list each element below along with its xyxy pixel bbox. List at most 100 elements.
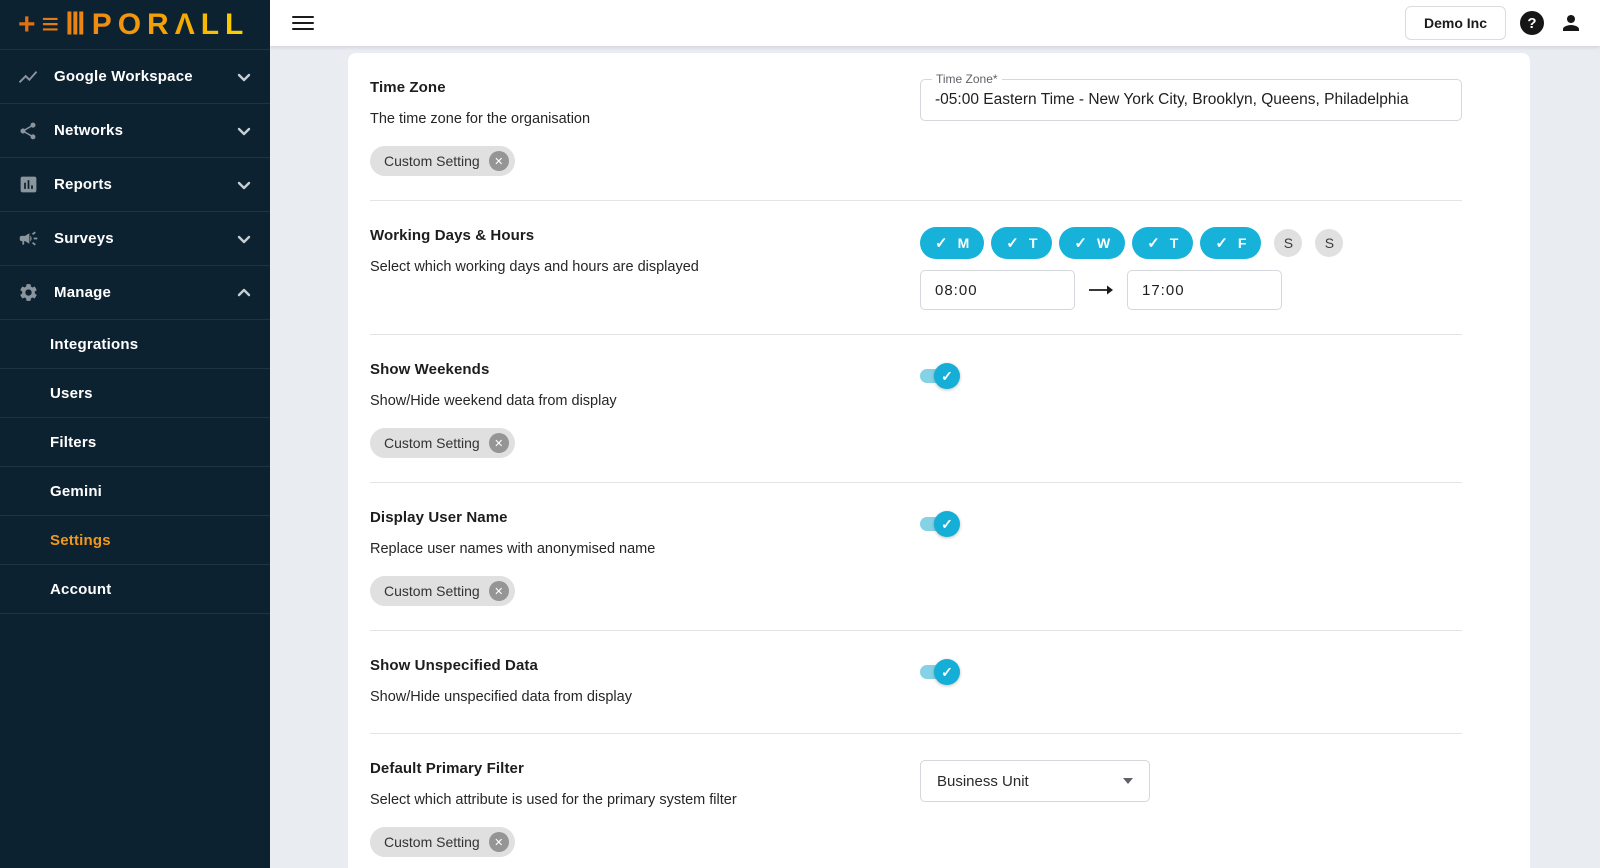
sidebar-item-manage[interactable]: Manage (0, 266, 270, 320)
custom-setting-chip[interactable]: Custom Setting ✕ (370, 576, 515, 606)
brand-logo-text: +≡ⅢPORΛLL (18, 7, 250, 41)
check-icon: ✓ (1215, 235, 1228, 252)
end-time-input[interactable] (1127, 270, 1282, 310)
sidebar-item-gemini[interactable]: Gemini (0, 467, 270, 516)
sidebar-subitem-label: Integrations (50, 335, 139, 353)
show-unspecified-toggle[interactable]: ✓ (920, 659, 960, 685)
sidebar-subitem-label: Filters (50, 433, 97, 451)
bar-chart-icon (16, 173, 40, 197)
chip-label: Custom Setting (384, 834, 480, 850)
time-zone-field[interactable]: Time Zone* -05:00 Eastern Time - New Yor… (920, 72, 1462, 121)
working-days-selector: ✓ M ✓ T ✓ W ✓ T ✓ F S S (920, 227, 1462, 259)
settings-row-working-days: Working Days & Hours Select which workin… (370, 201, 1462, 335)
day-chip-tuesday[interactable]: ✓ T (991, 227, 1053, 259)
primary-filter-value: Business Unit (937, 772, 1029, 790)
sidebar-subitem-label: Gemini (50, 482, 103, 500)
gear-icon (16, 281, 40, 305)
logo[interactable]: +≡ⅢPORΛLL (0, 0, 270, 50)
row-title: Display User Name (370, 509, 508, 526)
row-title: Show Unspecified Data (370, 657, 538, 674)
sidebar-item-integrations[interactable]: Integrations (0, 320, 270, 369)
dropdown-caret-icon (1123, 778, 1133, 784)
help-icon[interactable]: ? (1520, 11, 1544, 35)
show-weekends-toggle[interactable]: ✓ (920, 363, 960, 389)
time-zone-field-value: -05:00 Eastern Time - New York City, Bro… (935, 91, 1409, 108)
sidebar-item-settings[interactable]: Settings (0, 516, 270, 565)
custom-setting-chip[interactable]: Custom Setting ✕ (370, 428, 515, 458)
row-title: Time Zone (370, 79, 446, 96)
custom-setting-chip[interactable]: Custom Setting ✕ (370, 146, 515, 176)
settings-row-time-zone: Time Zone The time zone for the organisa… (370, 53, 1462, 201)
sidebar-item-users[interactable]: Users (0, 369, 270, 418)
org-button[interactable]: Demo Inc (1404, 6, 1506, 40)
day-label: T (1028, 235, 1038, 251)
day-chip-thursday[interactable]: ✓ T (1132, 227, 1194, 259)
chevron-down-icon (236, 123, 252, 139)
start-time-input[interactable] (920, 270, 1075, 310)
sidebar-item-google-workspace[interactable]: Google Workspace (0, 50, 270, 104)
row-title: Working Days & Hours (370, 227, 535, 244)
day-label: W (1096, 235, 1111, 251)
remove-chip-icon[interactable]: ✕ (488, 581, 509, 601)
day-chip-saturday[interactable]: S (1274, 229, 1303, 257)
sidebar-item-account[interactable]: Account (0, 565, 270, 614)
megaphone-icon (16, 227, 40, 251)
remove-chip-icon[interactable]: ✕ (488, 151, 509, 171)
sidebar-item-reports[interactable]: Reports (0, 158, 270, 212)
sidebar-item-networks[interactable]: Networks (0, 104, 270, 158)
trend-chart-icon (16, 65, 40, 89)
day-label: M (957, 235, 970, 251)
row-title: Show Weekends (370, 361, 490, 378)
toggle-thumb-check-icon: ✓ (934, 511, 960, 537)
chevron-down-icon (236, 177, 252, 193)
share-icon (16, 119, 40, 143)
top-bar: Demo Inc ? (270, 0, 1600, 46)
sidebar-item-label: Manage (54, 284, 112, 301)
check-icon: ✓ (1147, 235, 1160, 252)
toggle-thumb-check-icon: ✓ (934, 659, 960, 685)
row-description: Select which attribute is used for the p… (370, 792, 737, 808)
row-description: Replace user names with anonymised name (370, 541, 656, 557)
day-chip-friday[interactable]: ✓ F (1200, 227, 1262, 259)
menu-icon[interactable] (292, 12, 314, 34)
day-chip-wednesday[interactable]: ✓ W (1059, 227, 1126, 259)
custom-setting-chip[interactable]: Custom Setting ✕ (370, 827, 515, 857)
day-label: F (1237, 235, 1247, 251)
row-description: Select which working days and hours are … (370, 259, 699, 275)
settings-row-show-unspecified: Show Unspecified Data Show/Hide unspecif… (370, 631, 1462, 734)
chevron-up-icon (236, 285, 252, 301)
remove-chip-icon[interactable]: ✕ (488, 832, 509, 852)
sidebar-item-surveys[interactable]: Surveys (0, 212, 270, 266)
time-zone-field-label: Time Zone* (932, 72, 1002, 86)
day-chip-monday[interactable]: ✓ M (920, 227, 985, 259)
sidebar-subitem-label: Users (50, 384, 93, 402)
chip-label: Custom Setting (384, 435, 480, 451)
row-title: Default Primary Filter (370, 760, 524, 777)
check-icon: ✓ (1074, 235, 1087, 252)
sidebar-item-label: Google Workspace (54, 68, 193, 85)
sidebar-item-filters[interactable]: Filters (0, 418, 270, 467)
check-icon: ✓ (935, 235, 948, 252)
toggle-thumb-check-icon: ✓ (934, 363, 960, 389)
settings-row-default-primary-filter: Default Primary Filter Select which attr… (370, 734, 1462, 868)
day-label: T (1169, 235, 1179, 251)
row-description: Show/Hide weekend data from display (370, 393, 617, 409)
primary-filter-select[interactable]: Business Unit (920, 760, 1150, 802)
chevron-down-icon (236, 231, 252, 247)
settings-card: Time Zone The time zone for the organisa… (348, 53, 1530, 868)
remove-chip-icon[interactable]: ✕ (488, 433, 509, 453)
sidebar-item-label: Reports (54, 176, 113, 193)
chip-label: Custom Setting (384, 153, 480, 169)
display-user-name-toggle[interactable]: ✓ (920, 511, 960, 537)
row-description: Show/Hide unspecified data from display (370, 689, 632, 705)
working-hours (920, 270, 1462, 310)
account-icon[interactable] (1558, 10, 1584, 36)
day-chip-sunday[interactable]: S (1315, 229, 1344, 257)
check-icon: ✓ (1006, 235, 1019, 252)
settings-row-display-user-name: Display User Name Replace user names wit… (370, 483, 1462, 631)
main-content: Time Zone The time zone for the organisa… (270, 46, 1600, 868)
row-description: The time zone for the organisation (370, 111, 591, 127)
sidebar-subitem-label: Settings (50, 531, 111, 549)
sidebar-item-label: Networks (54, 122, 124, 139)
arrow-right-icon (1088, 284, 1114, 296)
